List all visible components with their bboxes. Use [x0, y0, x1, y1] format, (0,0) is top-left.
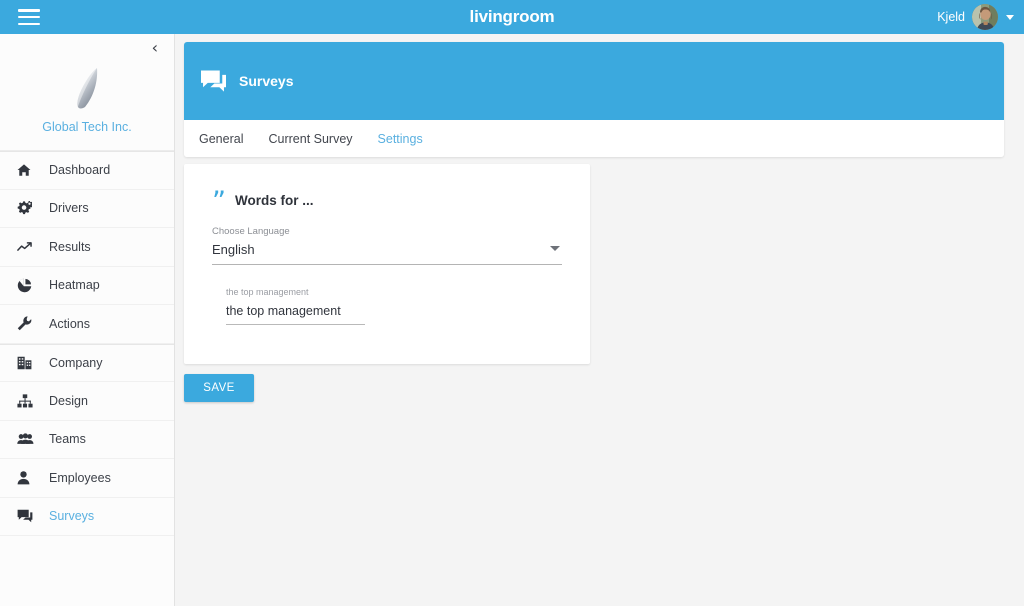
hamburger-bar: [18, 22, 40, 25]
organization-name[interactable]: Global Tech Inc.: [0, 120, 174, 134]
home-icon: [17, 163, 39, 177]
words-for-card: ” Words for ... Choose Language English …: [184, 164, 590, 364]
sidebar-nav: Dashboard Drivers Results Heatmap Action…: [0, 151, 174, 536]
sidebar-item-label: Teams: [49, 432, 86, 447]
tab-general[interactable]: General: [199, 132, 243, 146]
tab-current-survey[interactable]: Current Survey: [268, 132, 352, 146]
sidebar-collapse-row: ‹: [0, 34, 174, 62]
sidebar-item-label: Heatmap: [49, 278, 100, 293]
sidebar-item-teams[interactable]: Teams: [0, 421, 174, 459]
gears-icon: [17, 201, 39, 215]
organization-block: Global Tech Inc.: [0, 62, 174, 151]
people-group-icon: [17, 433, 39, 445]
language-select[interactable]: English: [212, 241, 562, 266]
top-management-input-value: the top management: [226, 304, 341, 319]
surveys-panel: Surveys General Current Survey Settings: [184, 42, 1004, 157]
building-icon: [17, 356, 39, 370]
hamburger-menu-icon[interactable]: [18, 9, 40, 25]
panel-tabs: General Current Survey Settings: [184, 120, 1004, 157]
sidebar-item-label: Design: [49, 393, 88, 408]
language-select-value: English: [212, 242, 255, 258]
dropdown-arrow-icon[interactable]: [550, 246, 560, 252]
language-field-label: Choose Language: [212, 226, 290, 238]
language-field: Choose Language English: [184, 226, 590, 266]
sidebar-item-employees[interactable]: Employees: [0, 459, 174, 498]
trending-up-icon: [17, 241, 39, 253]
sidebar-item-label: Drivers: [49, 201, 89, 216]
sidebar-item-surveys[interactable]: Surveys: [0, 498, 174, 536]
card-title: Words for ...: [235, 192, 314, 208]
sidebar-item-design[interactable]: Design: [0, 382, 174, 421]
wrench-icon: [17, 316, 39, 331]
sitemap-icon: [17, 394, 39, 408]
pie-chart-icon: [17, 278, 39, 293]
user-name-label: Kjeld: [937, 10, 965, 24]
page-title: Surveys: [239, 73, 294, 89]
sidebar-item-label: Company: [49, 355, 103, 370]
sidebar-item-label: Surveys: [49, 509, 95, 524]
top-management-field: the top management the top management: [184, 287, 590, 326]
card-header: ” Words for ...: [184, 164, 590, 217]
chevron-down-icon[interactable]: [1006, 14, 1014, 20]
save-button[interactable]: SAVE: [184, 374, 254, 402]
hamburger-bar: [18, 15, 40, 19]
tab-settings[interactable]: Settings: [378, 132, 423, 146]
chat-bubbles-icon: [17, 509, 39, 523]
sidebar-item-actions[interactable]: Actions: [0, 305, 174, 344]
person-icon: [17, 470, 39, 485]
sidebar-item-label: Dashboard: [49, 163, 111, 178]
sidebar: ‹ Global Tech Inc. Dashboard Drivers Res…: [0, 34, 175, 606]
sidebar-item-label: Employees: [49, 470, 111, 485]
panel-banner: Surveys: [184, 42, 1004, 120]
app-brand-title: livingroom: [469, 7, 555, 26]
quotation-mark-icon: ”: [212, 186, 226, 217]
hamburger-bar: [18, 9, 40, 12]
avatar[interactable]: [972, 4, 998, 30]
chat-bubbles-icon: [200, 69, 227, 93]
feather-logo-icon: [0, 64, 174, 112]
top-management-field-label: the top management: [226, 287, 309, 298]
sidebar-item-label: Results: [49, 239, 91, 254]
sidebar-item-dashboard[interactable]: Dashboard: [0, 151, 174, 190]
sidebar-item-label: Actions: [49, 316, 90, 331]
sidebar-item-heatmap[interactable]: Heatmap: [0, 267, 174, 305]
sidebar-item-results[interactable]: Results: [0, 228, 174, 267]
top-management-input[interactable]: the top management: [226, 302, 365, 326]
user-menu[interactable]: Kjeld: [937, 4, 1014, 30]
sidebar-item-company[interactable]: Company: [0, 343, 174, 382]
chevron-left-icon[interactable]: ‹: [152, 40, 158, 56]
sidebar-item-drivers[interactable]: Drivers: [0, 190, 174, 228]
top-bar: livingroom Kjeld: [0, 0, 1024, 34]
